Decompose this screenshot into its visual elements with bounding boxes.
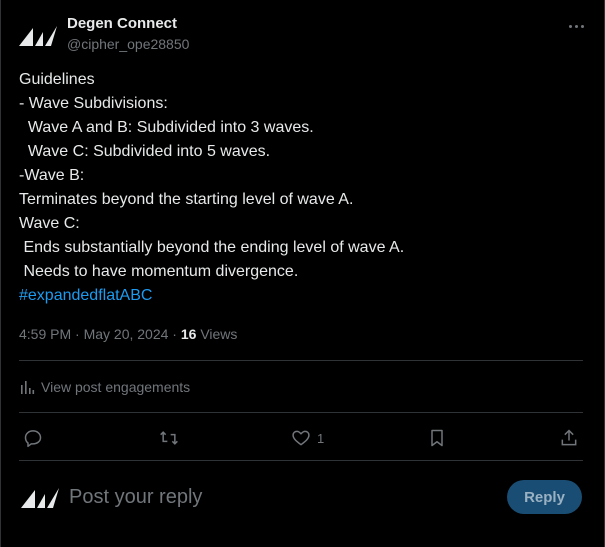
post-line: Guidelines — [19, 71, 95, 88]
post-card: Degen Connect @cipher_ope28850 Guideline… — [0, 0, 605, 547]
post-line: Terminates beyond the starting level of … — [19, 191, 354, 208]
bookmark-button[interactable] — [427, 422, 447, 454]
share-button[interactable] — [559, 422, 579, 454]
post-header: Degen Connect @cipher_ope28850 — [19, 14, 588, 58]
divider — [19, 460, 583, 461]
post-line: Wave C: — [19, 215, 80, 232]
bookmark-icon — [431, 429, 443, 447]
like-count: 1 — [317, 430, 325, 446]
view-engagements-label: View post engagements — [41, 379, 191, 395]
views-label: Views — [196, 326, 238, 342]
post-line: Needs to have momentum divergence. — [19, 263, 299, 280]
repost-button[interactable] — [159, 422, 179, 454]
logo-mark-icon — [21, 488, 59, 508]
author-handle[interactable]: @cipher_ope28850 — [67, 35, 189, 53]
reply-button[interactable] — [23, 422, 43, 454]
retweet-icon — [160, 431, 178, 445]
views-count: 16 — [180, 326, 197, 342]
reply-input[interactable] — [69, 482, 449, 512]
heart-icon — [292, 430, 310, 446]
post-timestamp[interactable]: 4:59 PM · May 20, 2024 · — [19, 326, 181, 342]
author-block: Degen Connect @cipher_ope28850 — [67, 14, 189, 53]
divider — [19, 412, 583, 413]
post-line: Wave A and B: Subdivided into 3 waves. — [19, 119, 314, 136]
hashtag-link[interactable]: #expandedflatABC — [19, 284, 579, 308]
analytics-icon — [21, 381, 35, 394]
view-engagements-link[interactable]: View post engagements — [19, 376, 190, 398]
reply-submit-button[interactable]: Reply — [507, 480, 582, 514]
logo-mark-icon[interactable] — [19, 24, 57, 46]
post-line: - Wave Subdivisions: — [19, 95, 168, 112]
post-meta: 4:59 PM · May 20, 2024 · 16 Views — [19, 324, 237, 344]
post-line: Wave C: Subdivided into 5 waves. — [19, 143, 271, 160]
action-bar: 1 — [19, 422, 586, 454]
reply-composer: Reply — [19, 476, 582, 518]
post-line: Ends substantially beyond the ending lev… — [19, 239, 405, 256]
reply-icon — [24, 430, 42, 448]
divider — [19, 360, 583, 361]
like-button[interactable]: 1 — [291, 422, 324, 454]
post-text: Guidelines - Wave Subdivisions: Wave A a… — [19, 68, 579, 308]
post-line: -Wave B: — [19, 167, 85, 184]
author-display-name[interactable]: Degen Connect — [67, 14, 189, 34]
more-icon[interactable] — [564, 16, 588, 36]
share-icon — [561, 429, 577, 446]
